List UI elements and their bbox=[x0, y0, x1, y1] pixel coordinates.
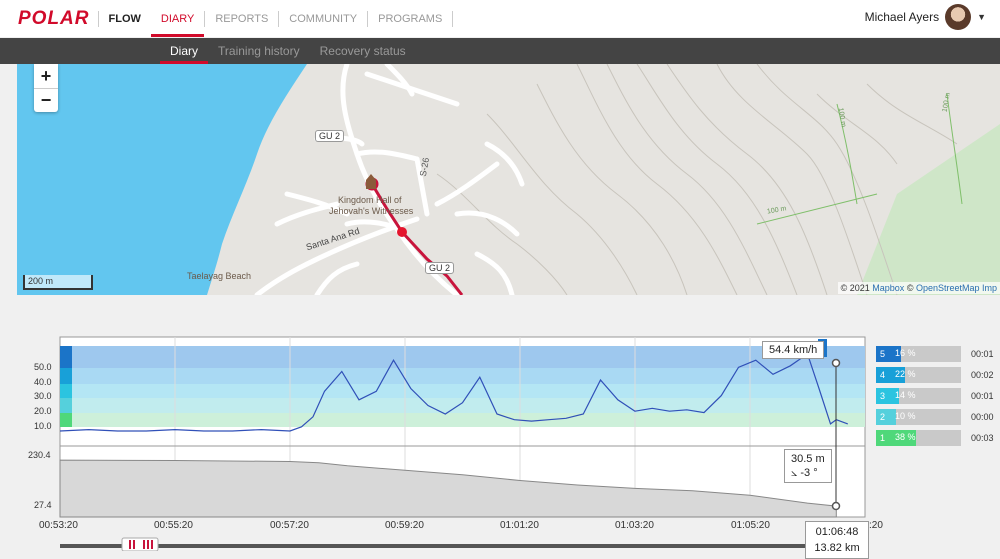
speed-cursor-dot bbox=[831, 358, 841, 368]
zone-time: 00:01 bbox=[971, 391, 994, 401]
time-tick: 01:01:20 bbox=[500, 520, 539, 531]
speed-tooltip: 54.4 km/h bbox=[762, 341, 825, 359]
chevron-down-icon[interactable]: ▼ bbox=[977, 12, 986, 22]
zone-band-3 bbox=[60, 384, 865, 398]
map-attribution: © 2021 Mapbox © OpenStreetMap Imp bbox=[837, 282, 1000, 294]
zone-number: 1 bbox=[876, 430, 889, 446]
zone-row: 5 16 % 00:01 bbox=[876, 346, 994, 362]
timeline-track bbox=[60, 544, 805, 548]
zone-row: 1 38 % 00:03 bbox=[876, 430, 994, 446]
zone-percent: 10 % bbox=[895, 411, 916, 421]
time-tick: 00:57:20 bbox=[270, 520, 309, 531]
zone-marker-3 bbox=[60, 384, 72, 398]
speed-tick: 30.0 bbox=[34, 391, 52, 401]
zone-marker-2 bbox=[60, 398, 72, 413]
slope-row: ⦣ -3 ° bbox=[791, 466, 825, 480]
time-tick: 01:03:20 bbox=[615, 520, 654, 531]
time-tick: 00:55:20 bbox=[154, 520, 193, 531]
sub-navigation: Diary Training history Recovery status bbox=[0, 38, 1000, 64]
map-scale: 200 m bbox=[23, 275, 93, 290]
slope-value: -3 ° bbox=[800, 467, 818, 479]
zone-marker-5 bbox=[60, 346, 72, 368]
nav-reports[interactable]: REPORTS bbox=[205, 0, 278, 37]
zone-number: 2 bbox=[876, 409, 889, 425]
zone-band-4 bbox=[60, 368, 865, 384]
map-label-gu-road: GU 2 bbox=[425, 262, 455, 274]
zone-marker-4 bbox=[60, 368, 72, 384]
map-label-poi-2: Jehovah's Witnesses bbox=[329, 206, 414, 216]
zoom-in-button[interactable]: + bbox=[34, 64, 58, 88]
nav-divider bbox=[452, 10, 454, 27]
zone-time: 00:01 bbox=[971, 349, 994, 359]
user-name[interactable]: Michael Ayers bbox=[865, 10, 939, 24]
map-tiles bbox=[17, 64, 1000, 295]
zone-percent: 38 % bbox=[895, 432, 916, 442]
altitude-min-label: 27.4 bbox=[34, 500, 52, 510]
cursor-distance: 13.82 km bbox=[814, 542, 860, 554]
altitude-value: 30.5 m bbox=[791, 453, 825, 465]
speed-tick: 40.0 bbox=[34, 377, 52, 387]
top-navigation: POLAR FLOW DIARY REPORTS COMMUNITY PROGR… bbox=[0, 0, 1000, 37]
zone-time: 00:03 bbox=[971, 433, 994, 443]
map-label-beach: Taelayag Beach bbox=[187, 271, 252, 281]
subnav-diary[interactable]: Diary bbox=[160, 38, 209, 64]
zoom-controls: + − bbox=[34, 64, 58, 112]
mapbox-link[interactable]: Mapbox bbox=[872, 283, 904, 293]
zone-bar: 38 % bbox=[889, 430, 961, 446]
user-menu[interactable]: Michael Ayers ▼ bbox=[865, 4, 986, 30]
cursor-time: 01:06:48 bbox=[815, 526, 859, 538]
zone-bar: 10 % bbox=[889, 409, 961, 425]
zone-percent: 14 % bbox=[895, 390, 916, 400]
altitude-cursor-dot bbox=[831, 501, 841, 511]
zone-time: 00:00 bbox=[971, 412, 994, 422]
polar-logo[interactable]: POLAR bbox=[18, 8, 90, 30]
map-label-gu2: GU 2 bbox=[315, 130, 345, 142]
zone-band-2 bbox=[60, 398, 865, 413]
time-tick: 01:05:20 bbox=[731, 520, 770, 531]
zone-bar: 22 % bbox=[889, 367, 961, 383]
nav-diary[interactable]: DIARY bbox=[150, 0, 205, 37]
time-tick: 00:59:20 bbox=[385, 520, 424, 531]
altitude-max-label: 230.4 bbox=[28, 450, 51, 460]
zone-number: 5 bbox=[876, 346, 889, 362]
osm-link[interactable]: OpenStreetMap Imp bbox=[916, 283, 997, 293]
nav-community[interactable]: COMMUNITY bbox=[279, 0, 367, 37]
zone-number: 4 bbox=[876, 367, 889, 383]
zone-number: 3 bbox=[876, 388, 889, 404]
speed-tick: 20.0 bbox=[34, 406, 52, 416]
speed-tick: 10.0 bbox=[34, 421, 52, 431]
zone-marker-1 bbox=[60, 413, 72, 427]
zone-bar: 14 % bbox=[889, 388, 961, 404]
route-map[interactable]: + − GU 2 S-26 Kingdom Hall of Jehovah's … bbox=[17, 64, 1000, 295]
zone-percent: 16 % bbox=[895, 348, 916, 358]
zone-band-1 bbox=[60, 413, 865, 427]
chart-canvas[interactable] bbox=[0, 330, 1000, 551]
subnav-recovery-status[interactable]: Recovery status bbox=[310, 38, 416, 64]
time-tick: 00:53:20 bbox=[39, 520, 78, 531]
altitude-tooltip: 30.5 m ⦣ -3 ° bbox=[784, 449, 832, 483]
training-chart[interactable]: 50.0 40.0 30.0 20.0 10.0 230.4 27.4 00:5… bbox=[0, 330, 1000, 559]
zone-time: 00:02 bbox=[971, 370, 994, 380]
zone-row: 2 10 % 00:00 bbox=[876, 409, 994, 425]
subnav-training-history[interactable]: Training history bbox=[208, 38, 310, 64]
cursor-tooltip: 01:06:48 13.82 km bbox=[805, 521, 869, 559]
nav-programs[interactable]: PROGRAMS bbox=[368, 0, 452, 37]
zoom-out-button[interactable]: − bbox=[34, 88, 58, 112]
zone-row: 4 22 % 00:02 bbox=[876, 367, 994, 383]
zone-row: 3 14 % 00:01 bbox=[876, 388, 994, 404]
avatar[interactable] bbox=[945, 4, 972, 30]
zone-percent: 22 % bbox=[895, 369, 916, 379]
zone-bar: 16 % bbox=[889, 346, 961, 362]
speed-tick: 50.0 bbox=[34, 362, 52, 372]
time-tick: :20 bbox=[869, 520, 883, 531]
map-label-poi: Kingdom Hall of bbox=[338, 195, 402, 205]
nav-flow[interactable]: FLOW bbox=[99, 0, 151, 37]
slope-icon: ⦣ bbox=[791, 467, 798, 479]
